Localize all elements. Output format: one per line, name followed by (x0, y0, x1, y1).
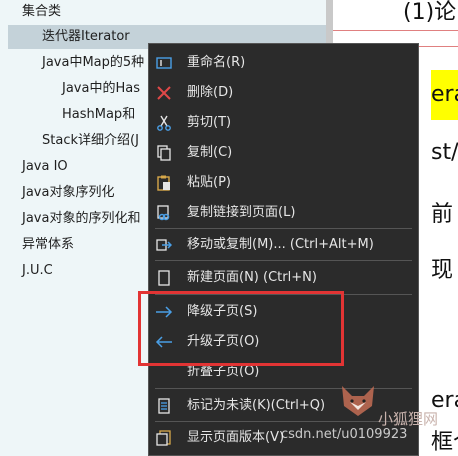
rename-icon (155, 54, 173, 72)
new-page-icon (155, 269, 173, 287)
arrow-left-icon (155, 333, 173, 351)
menu-item-label: 标记为未读(K)(Ctrl+Q) (187, 398, 326, 413)
menu-item-label: 显示页面版本(V) (187, 430, 285, 445)
copy-icon (155, 144, 173, 162)
menu-separator (155, 260, 412, 261)
tree-item-label: 迭代器Iterator (42, 29, 130, 44)
ruled-line (333, 30, 458, 31)
menu-item-label: 升级子页(O) (187, 334, 260, 349)
page-text-fragment: 前 (431, 202, 454, 227)
tree-item-map[interactable]: Java中Map的5种 (42, 51, 144, 75)
link-icon (155, 204, 173, 222)
watermark-brand: 小狐狸网 (378, 410, 439, 428)
fox-logo-watermark (342, 386, 374, 416)
tree-item-java-io[interactable]: Java IO (22, 155, 68, 179)
page-text-fragment: era (431, 82, 458, 107)
menu-item-copy-link[interactable]: 复制链接到页面(L) (149, 200, 418, 226)
tree-item-serialization[interactable]: Java对象序列化 (22, 181, 114, 205)
menu-item-label: 移动或复制(M)... (Ctrl+Alt+M) (187, 237, 374, 252)
menu-item-copy[interactable]: 复制(C) (149, 140, 418, 166)
delete-x-icon (155, 84, 173, 102)
menu-item-demote-subpage[interactable]: 降级子页(S) (149, 299, 418, 325)
tree-item-hash[interactable]: Java中的Has (62, 77, 140, 101)
tree-item-hashmap[interactable]: HashMap和 (62, 103, 135, 127)
mark-unread-icon (155, 397, 173, 415)
menu-item-label: 折叠子页(O) (187, 364, 260, 379)
watermark-url: csdn.net/u0109923 (281, 427, 408, 442)
tree-item-exceptions[interactable]: 异常体系 (22, 233, 74, 257)
page-version-icon (155, 429, 173, 447)
context-menu: 重命名(R) 删除(D) 剪切(T) 复制(C) 粘贴(P) 复制链接到页面(L… (148, 43, 419, 456)
menu-item-label: 新建页面(N) (Ctrl+N) (187, 270, 317, 285)
menu-item-move-copy[interactable]: 移动或复制(M)... (Ctrl+Alt+M) (149, 232, 418, 258)
menu-separator (155, 421, 412, 422)
menu-item-label: 重命名(R) (187, 55, 246, 70)
menu-item-new-page[interactable]: 新建页面(N) (Ctrl+N) (149, 265, 418, 291)
menu-item-delete[interactable]: 删除(D) (149, 80, 418, 106)
tree-item-juc[interactable]: J.U.C (22, 259, 53, 283)
menu-item-label: 复制链接到页面(L) (187, 205, 296, 220)
menu-item-label: 复制(C) (187, 145, 233, 160)
arrow-right-icon (155, 303, 173, 321)
tree-item-stack[interactable]: Stack详细介绍(J (42, 129, 139, 153)
menu-item-promote-subpage[interactable]: 升级子页(O) (149, 329, 418, 355)
tree-item-object-serialization[interactable]: Java对象的序列化和 (22, 207, 140, 231)
menu-item-rename[interactable]: 重命名(R) (149, 50, 418, 76)
menu-item-cut[interactable]: 剪切(T) (149, 110, 418, 136)
paste-icon (155, 174, 173, 192)
page-text-fragment: (1)论 (403, 0, 457, 25)
page-text-fragment: st/ (431, 140, 458, 165)
menu-item-label: 粘贴(P) (187, 175, 231, 190)
tree-item-collections[interactable]: 集合类 (22, 0, 61, 24)
page-text-fragment: 现 (431, 258, 454, 283)
scissors-icon (155, 114, 173, 132)
menu-item-label: 剪切(T) (187, 115, 232, 130)
menu-item-paste[interactable]: 粘贴(P) (149, 170, 418, 196)
menu-item-label: 降级子页(S) (187, 304, 258, 319)
menu-separator (155, 228, 412, 229)
menu-separator (155, 294, 412, 295)
move-icon (155, 236, 173, 254)
menu-item-label: 删除(D) (187, 85, 234, 100)
